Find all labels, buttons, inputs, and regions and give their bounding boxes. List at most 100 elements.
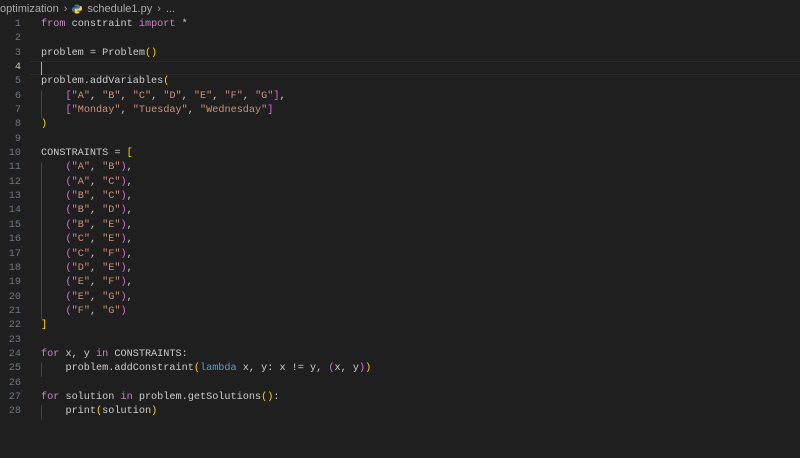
code-editor[interactable]: optimization › schedule1.py › ... 1 from … xyxy=(0,0,800,458)
code-token: "C" xyxy=(71,248,90,260)
line-text: ["A", "B", "C", "D", "E", "F", "G"], xyxy=(41,90,285,104)
line-number: 16 xyxy=(8,234,21,246)
code-token: solution xyxy=(59,391,121,403)
line-text: print(solution) xyxy=(41,405,157,419)
code-token: "C" xyxy=(102,176,121,188)
code-line[interactable]: 24 for x, y in CONSTRAINTS: xyxy=(0,348,800,362)
code-line[interactable]: 8) xyxy=(0,118,800,132)
code-line[interactable]: 9 xyxy=(0,133,800,147)
code-token: ) xyxy=(365,363,372,375)
code-token: "A" xyxy=(71,162,90,174)
code-token: for xyxy=(41,348,60,360)
line-text: from constraint import * xyxy=(41,18,188,32)
code-token: "Wednesday" xyxy=(200,105,268,117)
code-line[interactable]: 18 ("D", "E"), xyxy=(0,262,800,276)
code-line[interactable]: 16 ("C", "E"), xyxy=(0,233,800,247)
code-token: "G" xyxy=(255,90,274,102)
code-line[interactable]: 4 xyxy=(0,61,800,76)
code-token: , xyxy=(126,219,133,231)
code-token: , xyxy=(120,90,133,102)
code-token: ) xyxy=(120,305,127,317)
code-line[interactable]: 13 ("B", "C"), xyxy=(0,190,800,204)
code-token: ] xyxy=(41,320,48,332)
code-token: problem.addConstraint xyxy=(41,363,194,375)
breadcrumb-more[interactable]: ... xyxy=(166,3,175,15)
code-token: , xyxy=(89,90,103,102)
code-token: , xyxy=(242,90,256,102)
code-token: x, y xyxy=(59,348,97,360)
line-text: problem = Problem() xyxy=(41,47,157,61)
code-line[interactable]: 10 CONSTRAINTS = [ xyxy=(0,147,800,161)
code-line[interactable]: 6 ["A", "B", "C", "D", "E", "F", "G"], xyxy=(0,90,800,104)
code-line[interactable]: 27 for solution in problem.getSolutions()… xyxy=(0,391,800,405)
line-text: ("A", "B"), xyxy=(41,161,132,175)
code-line[interactable]: 11 ("A", "B"), xyxy=(0,161,800,175)
code-token: , xyxy=(126,234,133,246)
code-line[interactable]: 28 print(solution) xyxy=(0,405,800,419)
line-number: 10 xyxy=(8,148,21,160)
code-line[interactable]: 17 ("C", "F"), xyxy=(0,248,800,262)
code-line[interactable]: 20 ("E", "G"), xyxy=(0,291,800,305)
code-token: , xyxy=(89,162,103,174)
code-token: , xyxy=(151,90,164,102)
code-line[interactable]: 1 from constraint import * xyxy=(0,18,800,32)
code-token: "E" xyxy=(71,277,90,289)
line-number: 22 xyxy=(8,320,21,332)
line-number: 12 xyxy=(8,176,21,188)
code-token: "C" xyxy=(102,191,121,203)
code-token: "E" xyxy=(71,291,90,303)
code-token: ] xyxy=(267,105,274,117)
breadcrumb-file[interactable]: schedule1.py xyxy=(87,3,152,15)
line-text: ("C", "F"), xyxy=(41,248,132,262)
line-text: ("C", "E"), xyxy=(41,233,133,247)
code-token: , xyxy=(89,248,103,260)
code-line[interactable]: 2 xyxy=(0,32,800,46)
code-line[interactable]: 25 problem.addConstraint(lambda x, y: x … xyxy=(0,362,800,376)
code-line[interactable]: 5 problem.addVariables( xyxy=(0,75,800,89)
code-token: lambda xyxy=(199,363,237,375)
line-text: ("D", "E"), xyxy=(41,262,132,276)
code-line[interactable]: 12 ("A", "C"), xyxy=(0,176,800,190)
code-token: "F" xyxy=(224,90,243,102)
code-line[interactable]: 7 ["Monday", "Tuesday", "Wednesday"] xyxy=(0,104,800,118)
code-line[interactable]: 23 xyxy=(0,334,800,348)
code-token: "D" xyxy=(163,90,182,102)
breadcrumb-folder[interactable]: optimization xyxy=(0,3,59,15)
code-token: , xyxy=(126,277,133,289)
code-line[interactable]: 19 ("E", "F"), xyxy=(0,276,800,290)
code-token: CONSTRAINTS: xyxy=(108,348,188,360)
code-token: solution xyxy=(102,406,152,418)
line-number: 5 xyxy=(14,76,21,88)
code-line[interactable]: 14 ("B", "D"), xyxy=(0,204,800,218)
code-token: "C" xyxy=(132,90,152,102)
code-line[interactable]: 22] xyxy=(0,319,800,333)
code-token: problem.getSolutions xyxy=(132,391,262,403)
code-token: , xyxy=(89,277,103,289)
code-line[interactable]: 3 problem = Problem() xyxy=(0,47,800,61)
code-area[interactable]: 1 from constraint import * 2 3 problem = Pro… xyxy=(0,18,800,420)
line-number: 26 xyxy=(8,377,21,389)
code-token: "E" xyxy=(102,219,121,231)
code-token: "B" xyxy=(71,205,90,217)
code-token: , xyxy=(126,176,133,188)
code-line[interactable]: 26 xyxy=(0,377,800,391)
code-line[interactable]: 15 ("B", "E"), xyxy=(0,219,800,233)
code-token: "B" xyxy=(102,162,121,174)
code-token: [ xyxy=(126,148,133,160)
code-token: "F" xyxy=(102,277,121,289)
line-number: 1 xyxy=(14,19,21,30)
code-token: "A" xyxy=(71,90,90,102)
code-token: , xyxy=(126,205,133,217)
line-number: 24 xyxy=(8,348,21,360)
code-line[interactable]: 21 ("F", "G") xyxy=(0,305,800,319)
line-text: ("E", "G"), xyxy=(41,291,132,305)
code-token: "Monday" xyxy=(71,105,121,117)
code-token: x, y: x != y, xyxy=(236,363,329,375)
